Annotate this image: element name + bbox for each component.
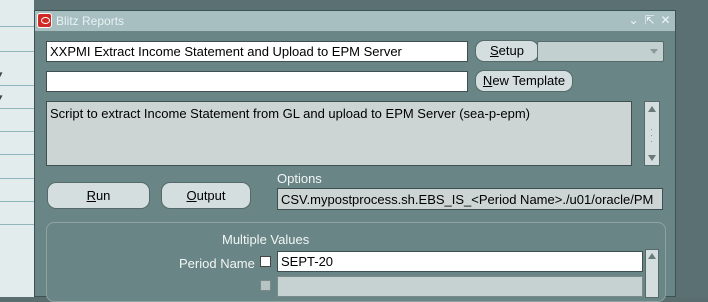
window-title: Blitz Reports xyxy=(56,14,125,28)
report-type-select[interactable] xyxy=(537,41,664,62)
output-accel: O xyxy=(186,188,197,203)
arrow-up-icon[interactable] xyxy=(648,253,656,259)
background-divider xyxy=(0,51,34,52)
output-label: utput xyxy=(196,188,226,203)
period-name-field[interactable]: SEPT-20 xyxy=(277,251,643,272)
output-button[interactable]: Output xyxy=(161,182,251,209)
background-marker: ▾ xyxy=(0,69,3,79)
run-label: un xyxy=(95,188,111,203)
parameter-2-field[interactable] xyxy=(277,276,643,297)
close-icon[interactable]: ✕ xyxy=(659,13,672,27)
setup-button[interactable]: Setup xyxy=(475,40,539,62)
background-divider xyxy=(0,224,34,225)
setup-accel: S xyxy=(490,43,499,58)
multiple-values-label: Multiple Values xyxy=(222,232,310,247)
period-name-label: Period Name xyxy=(179,256,255,271)
background-divider xyxy=(0,131,34,132)
background-marker: ▾ xyxy=(0,92,3,102)
options-label: Options xyxy=(277,171,322,186)
arrow-down-icon[interactable] xyxy=(648,155,656,161)
arrow-up-icon[interactable] xyxy=(648,106,656,112)
desktop-background xyxy=(676,0,708,297)
desktop-background xyxy=(34,0,708,10)
setup-label: etup xyxy=(498,43,524,58)
window-titlebar[interactable]: Blitz Reports ⌄ ⇱ ✕ xyxy=(35,11,675,31)
background-window: ▾ ▾ xyxy=(0,0,34,297)
parameter-2-multi-checkbox[interactable] xyxy=(260,280,271,291)
description-scrollbar[interactable]: · · · xyxy=(644,101,660,166)
run-button[interactable]: Run xyxy=(47,182,150,209)
period-name-multi-checkbox[interactable] xyxy=(260,256,271,267)
background-divider xyxy=(0,108,34,109)
minimize-icon[interactable]: ⌄ xyxy=(627,13,640,27)
chevron-down-icon xyxy=(650,49,658,54)
background-divider xyxy=(0,178,34,179)
parameters-scrollbar[interactable] xyxy=(645,249,659,298)
new-template-button[interactable]: New Template xyxy=(475,70,573,92)
template-field[interactable] xyxy=(46,71,468,92)
scroll-grip-icon[interactable]: · · · xyxy=(650,125,653,146)
background-divider xyxy=(0,26,34,27)
restore-icon[interactable]: ⇱ xyxy=(643,13,656,27)
description-textarea[interactable]: Script to extract Income Statement from … xyxy=(46,101,632,166)
background-divider xyxy=(0,154,34,155)
run-accel: R xyxy=(86,188,96,203)
report-name-field[interactable]: XXPMI Extract Income Statement and Uploa… xyxy=(46,41,468,62)
blitz-reports-window: Blitz Reports ⌄ ⇱ ✕ XXPMI Extract Income… xyxy=(34,10,676,302)
oracle-app-icon xyxy=(37,13,52,28)
background-divider xyxy=(0,201,34,202)
background-divider xyxy=(0,85,34,86)
new-template-label: ew Template xyxy=(492,73,566,88)
options-field[interactable]: CSV.mypostprocess.sh.EBS_IS_<Period Name… xyxy=(277,188,663,210)
new-template-accel: N xyxy=(482,73,493,88)
